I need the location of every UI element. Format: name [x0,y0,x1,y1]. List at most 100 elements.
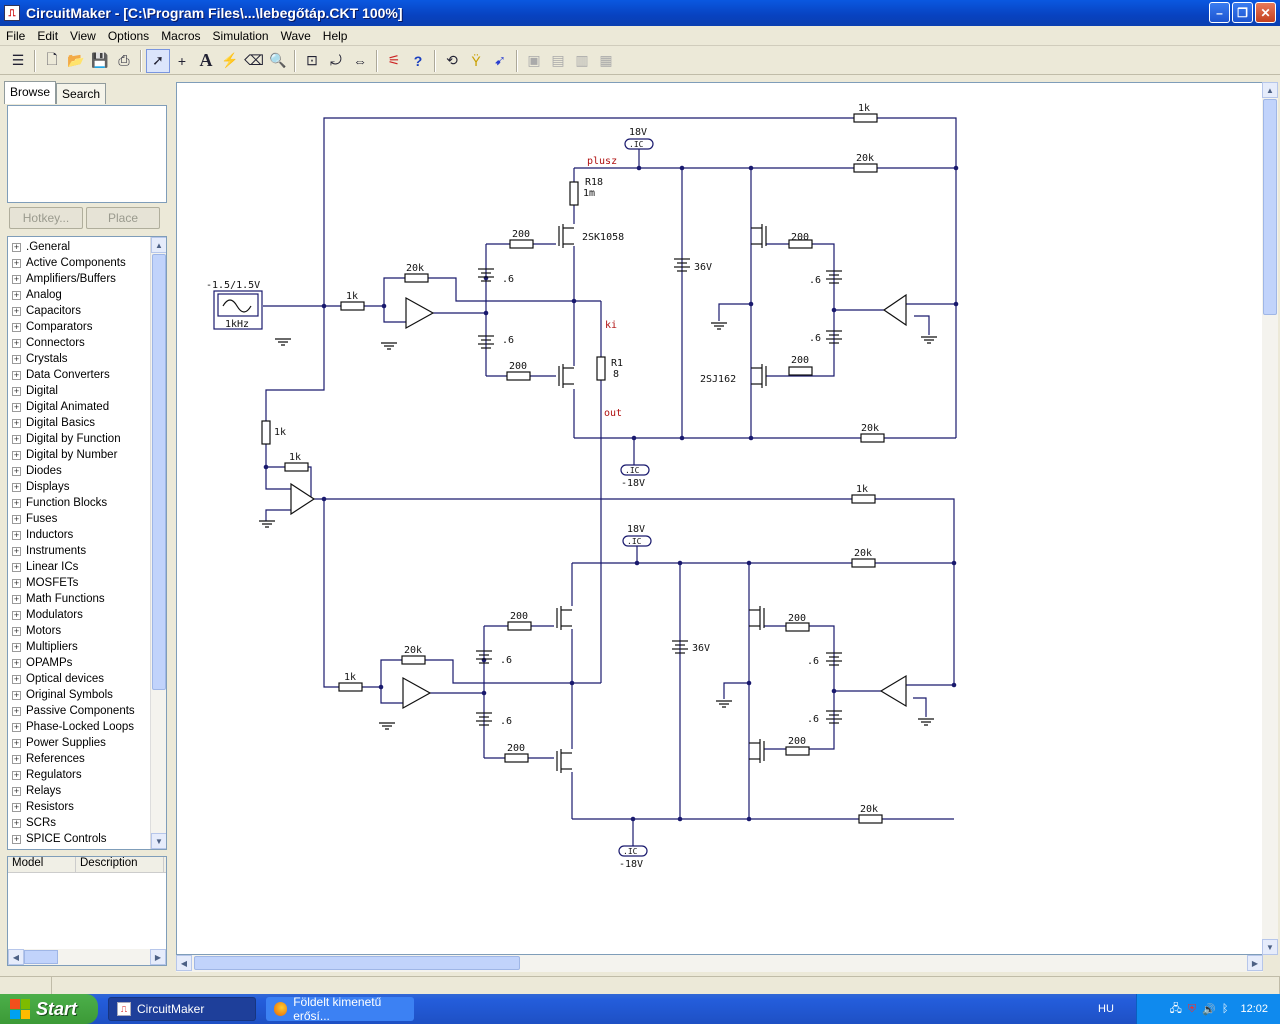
waveforms-icon[interactable]: ▤ [546,49,570,73]
library-item[interactable]: + Resistors [8,799,151,815]
start-button[interactable]: Start [0,994,98,1024]
canvas-scroll-right-icon[interactable]: ▶ [1247,955,1263,971]
menu-wave[interactable]: Wave [275,29,317,43]
shield-icon[interactable]: ⛨ [1188,1003,1196,1016]
expand-plus-icon[interactable]: + [12,258,21,268]
volume-icon[interactable]: 🔊 [1202,1003,1216,1016]
menu-edit[interactable]: Edit [31,29,64,43]
task-firefox[interactable]: Földelt kimenetű erősí... [266,995,414,1023]
library-item[interactable]: + Phase-Locked Loops [8,719,151,735]
library-item[interactable]: + Digital by Number [8,447,151,463]
expand-plus-icon[interactable]: + [12,594,21,604]
circuitmaker-app-icon[interactable]: ⎍ [4,5,20,21]
library-item[interactable]: + Connectors [8,335,151,351]
wire-tool-icon[interactable]: + [170,49,194,73]
canvas-scroll-left-icon[interactable]: ◀ [176,955,192,971]
library-item[interactable]: + SCRs [8,815,151,831]
menu-file[interactable]: File [0,29,31,43]
graphs-icon[interactable]: ▦ [594,49,618,73]
canvas-vscroll-thumb[interactable] [1263,99,1277,315]
expand-plus-icon[interactable]: + [12,706,21,716]
expand-plus-icon[interactable]: + [12,578,21,588]
clock[interactable]: 12:02 [1240,1003,1268,1015]
library-item[interactable]: + Crystals [8,351,151,367]
task-circuitmaker[interactable]: ⎍ CircuitMaker [108,997,256,1021]
expand-plus-icon[interactable]: + [12,402,21,412]
tab-search[interactable]: Search [56,83,107,104]
library-item[interactable]: + OPAMPs [8,655,151,671]
tab-browse[interactable]: Browse [4,81,57,104]
expand-plus-icon[interactable]: + [12,306,21,316]
schematic-canvas[interactable]: -1.5/1.5V 1kHz 18V 18V -18V -18V .IC .IC… [176,82,1263,955]
library-item[interactable]: + Instruments [8,543,151,559]
canvas-horizontal-scrollbar[interactable]: ◀ ▶ [176,955,1263,972]
open-folder-icon[interactable]: 📂 [64,49,88,73]
expand-plus-icon[interactable]: + [12,738,21,748]
library-item[interactable]: + Linear ICs [8,559,151,575]
library-item[interactable]: + Passive Components [8,703,151,719]
zoom-tool-icon[interactable]: 🔍 [266,49,290,73]
expand-plus-icon[interactable]: + [12,546,21,556]
canvas-scroll-down-icon[interactable]: ▼ [1262,939,1278,955]
expand-plus-icon[interactable]: + [12,466,21,476]
menu-view[interactable]: View [64,29,102,43]
expand-plus-icon[interactable]: + [12,690,21,700]
library-item[interactable]: + Amplifiers/Buffers [8,271,151,287]
library-item[interactable]: + Displays [8,479,151,495]
expand-plus-icon[interactable]: + [12,562,21,572]
canvas-hscroll-thumb[interactable] [194,956,520,970]
help-icon[interactable]: ? [406,49,430,73]
library-item[interactable]: + Multipliers [8,639,151,655]
library-item[interactable]: + SPICE Controls [8,831,151,847]
library-item[interactable]: + References [8,751,151,767]
expand-plus-icon[interactable]: + [12,370,21,380]
library-item[interactable]: + Digital Animated [8,399,151,415]
mirror-icon[interactable]: ⇔ [348,49,372,73]
language-indicator[interactable]: HU [1098,1003,1114,1015]
expand-plus-icon[interactable]: + [12,274,21,284]
menu-options[interactable]: Options [102,29,155,43]
library-item[interactable]: + Digital [8,383,151,399]
hotkey-button[interactable]: Hotkey... [9,207,83,229]
model-hscroll[interactable]: ◀ ▶ [8,949,166,965]
reset-icon[interactable]: ⟲ [440,49,464,73]
minimize-button[interactable]: – [1209,2,1230,23]
column-model[interactable]: Model [8,857,76,872]
expand-plus-icon[interactable]: + [12,786,21,796]
expand-plus-icon[interactable]: + [12,658,21,668]
bluetooth-icon[interactable]: ᛒ [1222,1003,1229,1015]
column-description[interactable]: Description [76,857,164,872]
rotate-icon[interactable]: ⤾ [324,49,348,73]
toggle-toolbar-icon[interactable]: ☰ [6,49,30,73]
scroll-left-icon[interactable]: ◀ [8,949,24,965]
expand-plus-icon[interactable]: + [12,642,21,652]
expand-plus-icon[interactable]: + [12,802,21,812]
menu-macros[interactable]: Macros [155,29,206,43]
network-icon[interactable]: 🖧 [1170,1000,1182,1019]
scroll-up-icon[interactable]: ▲ [151,237,166,253]
library-item[interactable]: + Fuses [8,511,151,527]
library-item[interactable]: + Digital by Function [8,431,151,447]
expand-plus-icon[interactable]: + [12,722,21,732]
library-item[interactable]: + Power Supplies [8,735,151,751]
library-item[interactable]: + Inductors [8,527,151,543]
expand-plus-icon[interactable]: + [12,674,21,684]
expand-plus-icon[interactable]: + [12,514,21,524]
expand-plus-icon[interactable]: + [12,338,21,348]
save-icon[interactable]: 💾 [88,49,112,73]
expand-plus-icon[interactable]: + [12,626,21,636]
library-item[interactable]: + Relays [8,783,151,799]
menu-simulation[interactable]: Simulation [207,29,275,43]
delete-tool-icon[interactable]: ⌫ [242,49,266,73]
expand-plus-icon[interactable]: + [12,770,21,780]
canvas-scroll-up-icon[interactable]: ▲ [1262,82,1278,98]
scroll-down-icon[interactable]: ▼ [151,833,166,849]
library-item[interactable]: + Comparators [8,319,151,335]
expand-plus-icon[interactable]: + [12,530,21,540]
model-scroll-thumb[interactable] [24,950,58,964]
expand-plus-icon[interactable]: + [12,834,21,844]
probe-tool-icon[interactable]: ⚡ [218,49,242,73]
expand-plus-icon[interactable]: + [12,482,21,492]
expand-plus-icon[interactable]: + [12,242,21,252]
library-item[interactable]: + Motors [8,623,151,639]
